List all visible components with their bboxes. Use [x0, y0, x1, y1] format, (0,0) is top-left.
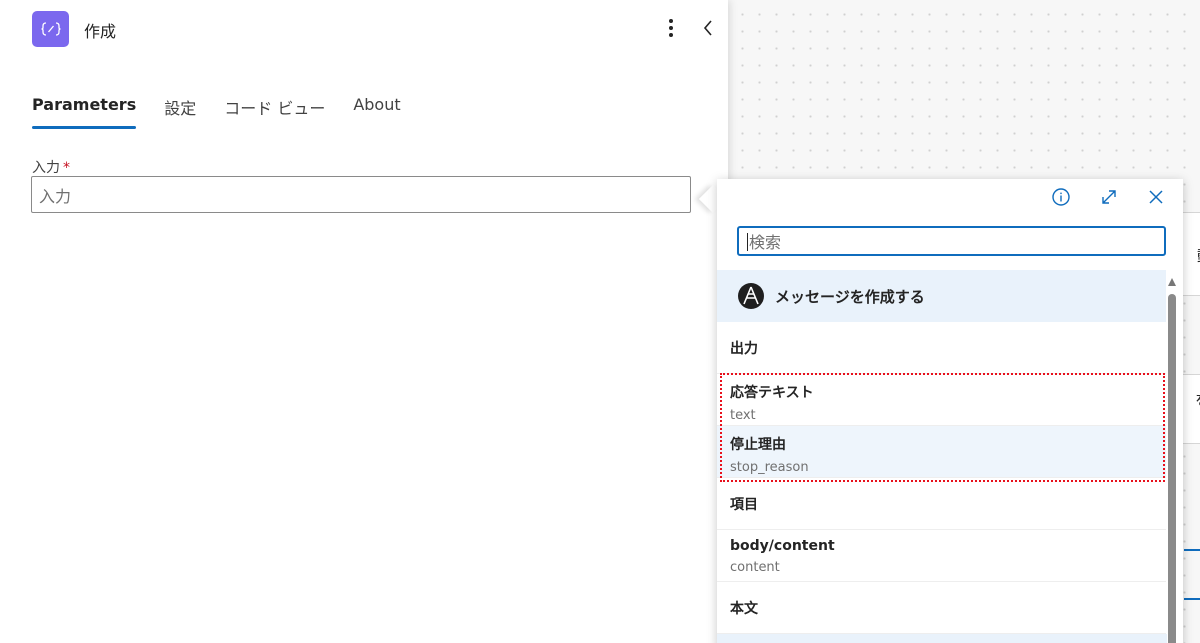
tab-code-view[interactable]: コード ビュー — [224, 95, 325, 131]
input-placeholder: 入力 — [39, 186, 72, 206]
expand-icon[interactable] — [1099, 187, 1119, 207]
input-field[interactable]: 入力 — [31, 176, 691, 213]
curly-braces-icon — [32, 11, 69, 47]
search-placeholder: 検索 — [749, 233, 782, 252]
scrollbar[interactable] — [1165, 278, 1178, 643]
section-header: 項目 — [717, 478, 1166, 530]
item-token: text — [730, 408, 756, 423]
tab-list: Parameters 設定 コード ビュー About — [32, 95, 429, 131]
tab-parameters[interactable]: Parameters — [32, 95, 137, 131]
group-title: メッセージを作成する — [775, 287, 925, 306]
item-token: stop_reason — [730, 460, 809, 475]
info-icon[interactable] — [1051, 187, 1071, 207]
required-mark: * — [63, 160, 70, 176]
section-header: 出力 — [717, 322, 1166, 374]
scroll-thumb[interactable] — [1168, 294, 1176, 643]
list-item[interactable]: 応答テキスト text — [717, 374, 1166, 426]
tab-settings[interactable]: 設定 — [164, 95, 196, 131]
canvas-card-text: を作 — [1195, 389, 1200, 410]
list-item[interactable] — [717, 634, 1167, 643]
scroll-up-icon[interactable] — [1168, 278, 1176, 286]
chevron-left-icon[interactable] — [700, 16, 716, 40]
item-name: body/content — [730, 538, 835, 554]
more-options-icon[interactable] — [664, 16, 678, 40]
input-label-text: 入力 — [32, 160, 60, 176]
item-name: 停止理由 — [730, 437, 786, 453]
panel-title[interactable]: 作成 — [84, 18, 116, 42]
dynamic-content-popover: 検索 メッセージを作成する 出力 応答テキスト text 停止理由 stop_r… — [717, 179, 1183, 643]
tab-about[interactable]: About — [353, 95, 400, 131]
input-field-label: 入力 * — [32, 157, 70, 177]
list-item[interactable]: 停止理由 stop_reason — [717, 426, 1166, 478]
group-header[interactable]: メッセージを作成する — [717, 270, 1166, 322]
canvas-connector — [1184, 549, 1200, 551]
item-token: content — [730, 560, 780, 575]
anthropic-logo-icon — [738, 283, 764, 309]
search-input[interactable]: 検索 — [737, 226, 1166, 256]
item-name: 応答テキスト — [730, 385, 814, 401]
section-header: 本文 — [717, 582, 1166, 634]
action-details-panel: 作成 Parameters 設定 コード ビュー About 入力 * 入力 — [0, 0, 728, 643]
close-icon[interactable] — [1146, 187, 1166, 207]
dynamic-content-list: メッセージを作成する 出力 応答テキスト text 停止理由 stop_reas… — [717, 270, 1166, 634]
canvas-connector — [1184, 598, 1200, 600]
list-item[interactable]: body/content content — [717, 530, 1166, 582]
